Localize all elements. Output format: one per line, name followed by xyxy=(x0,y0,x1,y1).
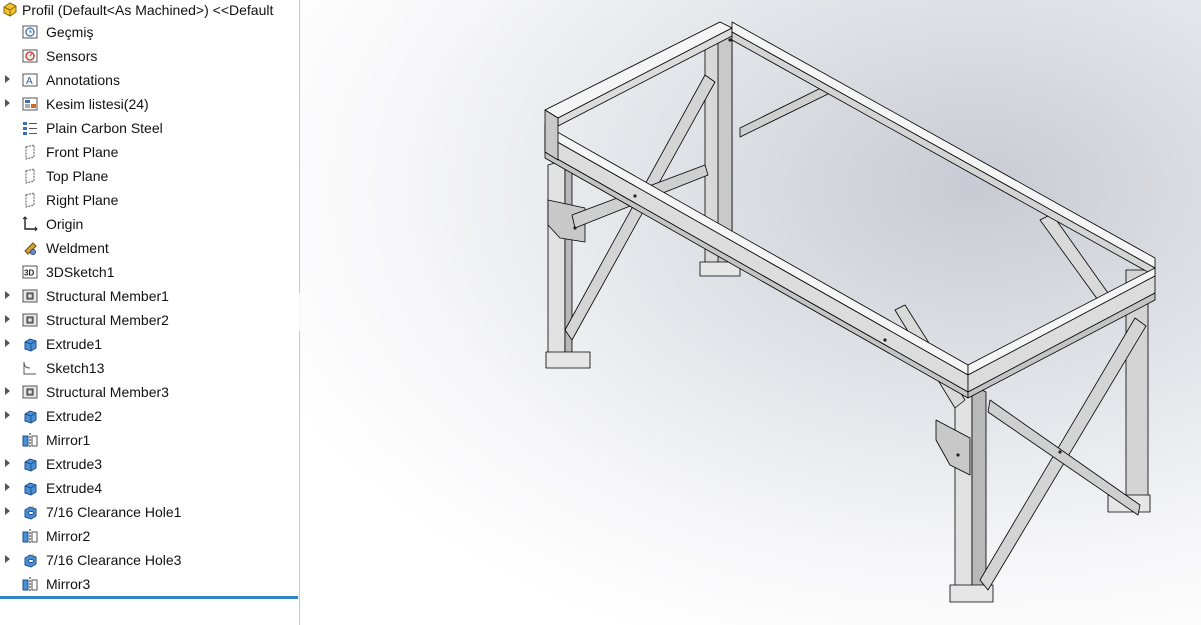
extrude-icon xyxy=(22,408,40,424)
tree-item[interactable]: 3D 3DSketch1 xyxy=(0,260,299,284)
plane-icon xyxy=(22,144,40,160)
tree-item[interactable]: Sensors xyxy=(0,44,299,68)
sensors-icon xyxy=(22,48,40,64)
tree-item[interactable]: Structural Member2 xyxy=(0,308,299,332)
tree-item-label: Structural Member2 xyxy=(46,312,169,328)
material-icon xyxy=(22,120,40,136)
extrude-icon xyxy=(22,336,40,352)
tree-root-part[interactable]: Profil (Default<As Machined>) <<Default xyxy=(0,0,299,20)
tree-item[interactable]: Plain Carbon Steel xyxy=(0,116,299,140)
tree-item-label: Top Plane xyxy=(46,168,109,184)
history-icon xyxy=(22,24,40,40)
weldment-icon xyxy=(22,240,40,256)
expand-arrow-icon[interactable] xyxy=(5,555,10,563)
tree-item-label: 7/16 Clearance Hole3 xyxy=(46,552,182,568)
svg-text:A: A xyxy=(26,76,33,87)
tree-item-label: Kesim listesi(24) xyxy=(46,96,149,112)
tree-item[interactable]: Top Plane xyxy=(0,164,299,188)
tree-item-label: 3DSketch1 xyxy=(46,264,115,280)
hole-wizard-icon xyxy=(22,552,40,568)
rollback-bar[interactable] xyxy=(0,596,298,599)
mirror-icon xyxy=(22,528,40,544)
tree-item-label: Structural Member1 xyxy=(46,288,169,304)
tree-item-label: Mirror2 xyxy=(46,528,91,544)
plane-icon xyxy=(22,168,40,184)
svg-text:3D: 3D xyxy=(24,269,34,278)
tree-item-label: Weldment xyxy=(46,240,109,256)
tree-item-label: Sensors xyxy=(46,48,98,64)
expand-arrow-icon[interactable] xyxy=(5,483,10,491)
expand-arrow-icon[interactable] xyxy=(5,507,10,515)
tree-item[interactable]: Extrude1 xyxy=(0,332,299,356)
tree-item[interactable]: Structural Member1 xyxy=(0,284,299,308)
mirror-icon xyxy=(22,576,40,592)
tree-item-label: Mirror1 xyxy=(46,432,91,448)
tree-item-label: Structural Member3 xyxy=(46,384,169,400)
weldment-frame-model[interactable] xyxy=(300,0,1201,625)
tree-item-label: Plain Carbon Steel xyxy=(46,120,163,136)
tree-item[interactable]: Extrude4 xyxy=(0,476,299,500)
expand-arrow-icon[interactable] xyxy=(5,315,10,323)
tree-item-label: 7/16 Clearance Hole1 xyxy=(46,504,182,520)
structural-member-icon xyxy=(22,384,40,400)
expand-arrow-icon[interactable] xyxy=(5,459,10,467)
tree-item[interactable]: Right Plane xyxy=(0,188,299,212)
graphics-area[interactable] xyxy=(300,0,1201,625)
tree-item[interactable]: Extrude2 xyxy=(0,404,299,428)
extrude-icon xyxy=(22,480,40,496)
expand-arrow-icon[interactable] xyxy=(5,75,10,83)
tree-item[interactable]: Mirror3 xyxy=(0,572,299,596)
tree-item-label: Extrude1 xyxy=(46,336,103,352)
expand-arrow-icon[interactable] xyxy=(5,411,10,419)
extrude-icon xyxy=(22,456,40,472)
feature-manager-tree: Profil (Default<As Machined>) <<Default … xyxy=(0,0,300,625)
plane-icon xyxy=(22,192,40,208)
structural-member-icon xyxy=(22,312,40,328)
tree-item[interactable]: Mirror1 xyxy=(0,428,299,452)
tree-item[interactable]: Extrude3 xyxy=(0,452,299,476)
tree-item[interactable]: Kesim listesi(24) xyxy=(0,92,299,116)
tree-item[interactable]: Mirror2 xyxy=(0,524,299,548)
tree-item-label: Extrude4 xyxy=(46,480,103,496)
structural-member-icon xyxy=(22,288,40,304)
tree-root-label: Profil (Default<As Machined>) <<Default xyxy=(22,2,274,18)
tree-item[interactable]: Origin xyxy=(0,212,299,236)
sketch-icon xyxy=(22,360,40,376)
tree-item-label: Annotations xyxy=(46,72,120,88)
hole-wizard-icon xyxy=(22,504,40,520)
tree-item[interactable]: 7/16 Clearance Hole1 xyxy=(0,500,299,524)
part-icon xyxy=(2,1,18,17)
tree-item[interactable]: Geçmiş xyxy=(0,20,299,44)
expand-arrow-icon[interactable] xyxy=(5,99,10,107)
tree-item[interactable]: 7/16 Clearance Hole3 xyxy=(0,548,299,572)
3d-sketch-icon: 3D xyxy=(22,264,40,280)
expand-arrow-icon[interactable] xyxy=(5,339,10,347)
tree-item-label: Extrude2 xyxy=(46,408,103,424)
expand-arrow-icon[interactable] xyxy=(5,291,10,299)
tree-item-label: Sketch13 xyxy=(46,360,105,376)
tree-item-label: Geçmiş xyxy=(46,24,94,40)
tree-item-label: Front Plane xyxy=(46,144,119,160)
tree-item-label: Origin xyxy=(46,216,84,232)
annotations-icon: A xyxy=(22,72,40,88)
tree-item-label: Right Plane xyxy=(46,192,119,208)
tree-item[interactable]: Weldment xyxy=(0,236,299,260)
origin-icon xyxy=(22,216,40,232)
mirror-icon xyxy=(22,432,40,448)
tree-item[interactable]: A Annotations xyxy=(0,68,299,92)
tree-item[interactable]: Structural Member3 xyxy=(0,380,299,404)
cut-list-icon xyxy=(22,96,40,112)
tree-item[interactable]: Front Plane xyxy=(0,140,299,164)
tree-item-label: Extrude3 xyxy=(46,456,103,472)
tree-item-label: Mirror3 xyxy=(46,576,91,592)
expand-arrow-icon[interactable] xyxy=(5,387,10,395)
tree-item[interactable]: Sketch13 xyxy=(0,356,299,380)
